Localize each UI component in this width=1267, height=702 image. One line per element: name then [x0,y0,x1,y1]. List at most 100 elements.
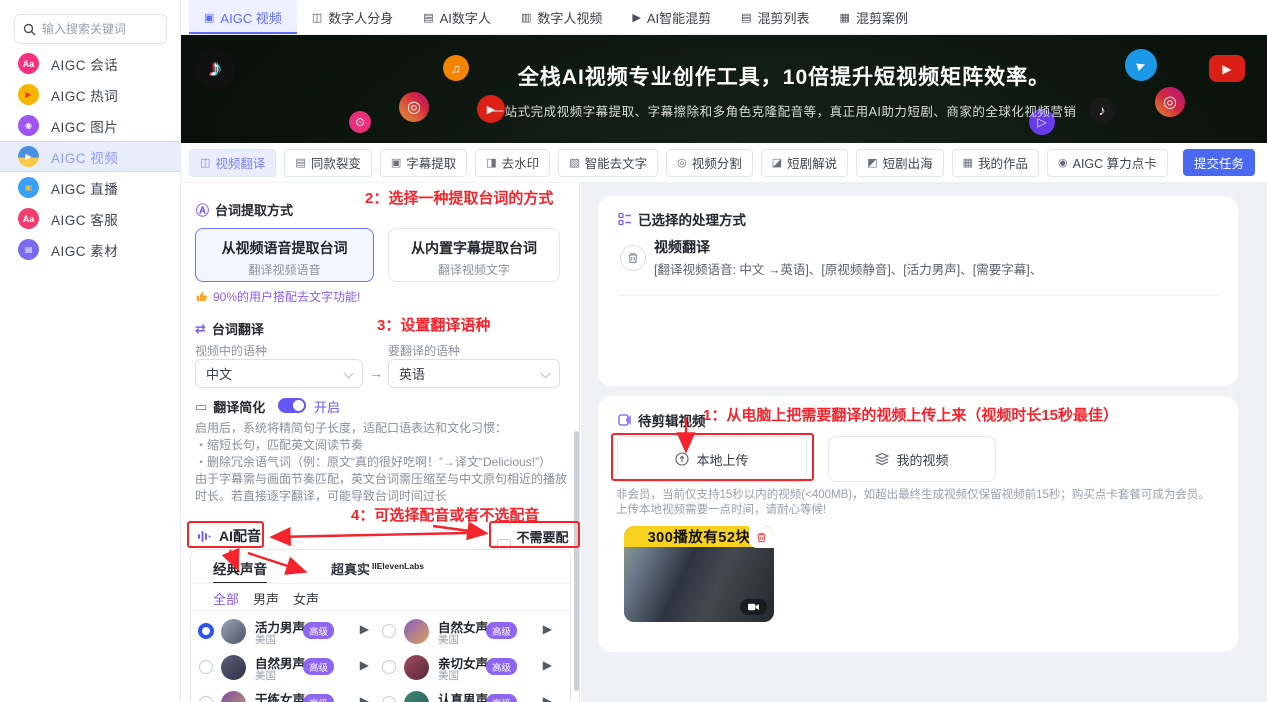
tab-icon: ▣ [204,11,215,24]
filter-male[interactable]: 男声 [253,589,279,608]
pending-videos-title: 待剪辑视频 [618,410,706,430]
toolbar-compute-card-button[interactable]: ◉ AIGC 算力点卡 [1047,148,1168,177]
tab-ai-smart-mix[interactable]: ▶ AI智能混剪 [617,0,726,34]
extract-from-subtitle-card[interactable]: 从内置字幕提取台词 翻译视频文字 [388,228,560,282]
play-voice-button[interactable]: ▶ [360,694,369,702]
text-remove-icon: ▧ [569,157,580,169]
voice-radio[interactable] [382,624,396,638]
overseas-icon: ◩ [867,157,878,169]
toolbar-my-works-button[interactable]: ▦ 我的作品 [951,148,1039,177]
watermark-icon: ◨ [486,157,497,169]
translate-direction-arrow-icon: → [369,365,383,381]
chevron-down-icon [343,368,354,379]
voice-radio[interactable] [198,623,214,639]
sidebar-item-aigc-image[interactable]: ◉ AIGC 图片 [0,110,181,141]
checklist-icon [618,212,631,226]
uploaded-video-thumbnail[interactable]: 300播放有52块 [624,526,774,622]
thumbs-up-icon [196,291,207,302]
search-box[interactable] [14,14,167,44]
trash-icon [628,253,638,263]
toolbar-text-remove-button[interactable]: ▧ 智能去文字 [558,148,659,177]
pending-videos-card: 待剪辑视频 1：从电脑上把需要翻译的视频上传上来（视频时长15秒最佳） 本地上传… [598,396,1238,652]
remove-method-button[interactable] [620,245,646,271]
voice-avatar [221,691,246,702]
extract-marker-icon: Ⓐ [196,203,210,218]
ai-waveform-icon [198,530,211,542]
target-language-label: 要翻译的语种 [388,344,461,358]
image-icon: ◉ [18,115,39,136]
voice-picker-panel: 经典声音 超真实 IIElevenLabs 全部 男声 女声 活力男声 美国 高级… [190,549,571,702]
premium-badge: 高级 [303,694,335,702]
tab-ai-digital-human[interactable]: ▤ AI数字人 [408,0,506,34]
play-voice-button[interactable]: ▶ [360,658,369,672]
tab-digital-avatar[interactable]: ◫ 数字人分身 [297,0,408,34]
simplify-description: 启用后，系统将精简句子长度，适配口语表达和文化习惯： ・缩短长句，匹配英文阅读节… [195,421,568,503]
panel-scrollbar[interactable] [574,431,579,691]
filter-female[interactable]: 女声 [293,589,319,608]
play-voice-button[interactable]: ▶ [360,622,369,636]
voice-radio[interactable] [199,660,213,674]
target-language-select[interactable]: 英语 [388,359,560,388]
sidebar-item-aigc-live[interactable]: ▣ AIGC 直播 [0,172,181,203]
delete-video-button[interactable] [749,526,774,548]
ai-dubbing-section-title: AI配音 [198,526,261,546]
toolbar-watermark-remove-button[interactable]: ◨ 去水印 [475,148,551,177]
method-item-description: [翻译视频语音: 中文 →英语]、[原视频静音]、[活力男声]、[需要字幕]、 [654,263,1043,277]
variant-icon: ▤ [295,157,306,169]
local-upload-button[interactable]: 本地上传 [617,436,807,482]
play-voice-button[interactable]: ▶ [543,694,552,702]
tab-mix-list[interactable]: ▤ 混剪列表 [726,0,824,34]
tab-ultra-real-voices[interactable]: 超真实 IIElevenLabs [331,559,424,578]
sidebar-item-aigc-assets[interactable]: ▤ AIGC 素材 [0,234,181,265]
trash-icon [757,532,766,542]
voice-radio[interactable] [382,660,396,674]
source-language-select[interactable]: 中文 [195,359,363,388]
filter-all[interactable]: 全部 [213,589,239,608]
tab-icon: ▶ [632,11,641,24]
narration-icon: ◪ [771,157,783,169]
voice-radio[interactable] [382,696,396,702]
text-remove-tip-link[interactable]: 90%的用户搭配去文字功能! [195,288,360,305]
simplify-toggle[interactable] [278,398,306,413]
sidebar-item-aigc-service[interactable]: Aa AIGC 客服 [0,203,181,234]
toolbar-clone-variant-button[interactable]: ▤ 同款裂变 [284,148,372,177]
tab-aigc-video[interactable]: ▣ AIGC 视频 [189,0,297,34]
search-icon [23,23,36,35]
search-input[interactable] [42,22,152,36]
my-videos-button[interactable]: 我的视频 [828,436,996,482]
top-nav: ▣ AIGC 视频 ◫ 数字人分身 ▤ AI数字人 ▥ 数字人视频 ▶ AI智能混剪 ▤ 混… [181,0,1267,35]
settings-panel: 2：选择一种提取台词的方式 Ⓐ 台词提取方式 从视频语音提取台词 翻译视频语音 … [181,183,580,702]
voice-item: 活力男声 美国 高级 ▶ [197,614,377,648]
tab-classic-voices[interactable]: 经典声音 [213,558,267,584]
hotword-icon: ▶ [18,84,39,105]
sidebar-item-aigc-video[interactable]: ▶ AIGC 视频 [0,141,181,172]
extract-from-speech-card[interactable]: 从视频语音提取台词 翻译视频语音 [195,228,374,282]
toolbar-subtitle-extract-button[interactable]: ▣ 字幕提取 [379,148,468,177]
sidebar-item-aigc-hotwords[interactable]: ▶ AIGC 热词 [0,79,181,110]
banner-title: 全栈AI视频专业创作工具，10倍提升短视频矩阵效率。 [517,66,1051,89]
sidebar-item-aigc-chat[interactable]: Aa AIGC 会话 [0,48,181,79]
divider [191,610,570,611]
edit-video-icon [618,414,631,426]
toolbar-video-translate-button[interactable]: ◫ 视频翻译 [189,148,277,177]
chevron-down-icon [540,368,551,379]
submit-task-button[interactable]: 提交任务 [1183,149,1255,176]
divider [191,583,570,584]
tab-icon: ◫ [311,11,323,24]
play-voice-button[interactable]: ▶ [543,658,552,672]
sidebar-menu: Aa AIGC 会话 ▶ AIGC 热词 ◉ AIGC 图片 ▶ AIGC 视频 ▣ AI… [0,48,181,265]
voice-item: 认真男声 美国 高级 ▶ [380,686,560,702]
banner-subtitle: 一站式完成视频字幕提取、字幕擦除和多角色克隆配音等，真正用AI助力短剧、商家的全… [491,105,1077,119]
sidebar: AaAIGC 会话 ▶AIGC 热词 ◉AIGC 图片 ▶AIGC 视频 ▣AI… [0,0,181,702]
live-icon: ▣ [18,177,39,198]
voice-radio[interactable] [199,696,213,702]
premium-badge: 高级 [486,622,518,639]
simplify-section-title: ▭ 翻译简化 [195,398,266,416]
tab-digital-human-video[interactable]: ▥ 数字人视频 [506,0,617,34]
play-voice-button[interactable]: ▶ [543,622,552,636]
toolbar-video-split-button[interactable]: ◎ 视频分割 [666,148,753,177]
toolbar-drama-narration-button[interactable]: ◪ 短剧解说 [760,148,849,177]
tab-mix-cases[interactable]: ▦ 混剪案例 [825,0,923,34]
simplify-marker-icon: ▭ [195,398,208,414]
toolbar-drama-overseas-button[interactable]: ◩ 短剧出海 [856,148,944,177]
